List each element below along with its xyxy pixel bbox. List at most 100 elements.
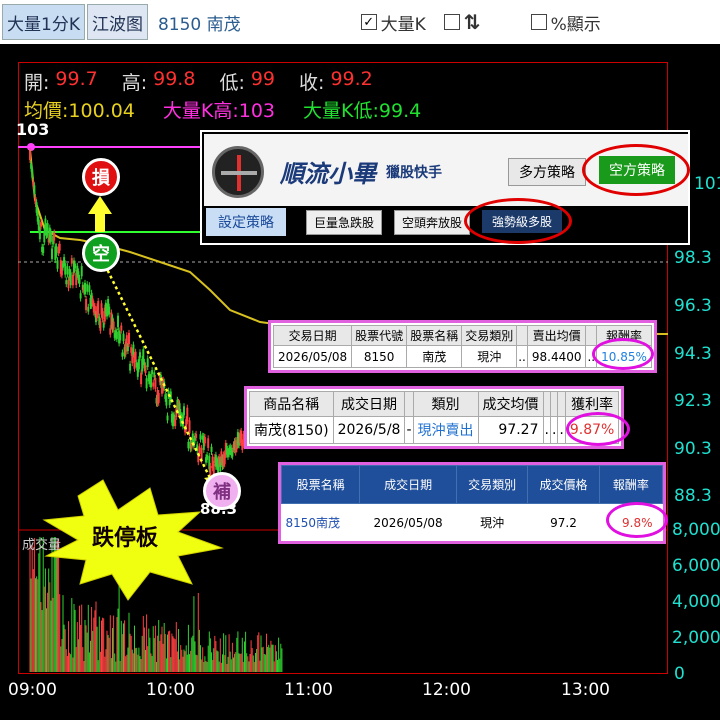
volume-bar xyxy=(179,659,181,672)
header-cell: 賣出均價 xyxy=(526,325,587,346)
candle-body xyxy=(115,331,118,340)
table-cell: 98.4400 xyxy=(526,345,587,368)
volume-bar xyxy=(93,617,95,672)
volume-bar xyxy=(223,633,225,672)
candle-body xyxy=(112,321,115,330)
table-cell: 2026/05/08 xyxy=(272,345,353,368)
volume-bar xyxy=(242,661,244,672)
volume-bar xyxy=(219,638,221,672)
volume-bar xyxy=(278,637,280,672)
header-cell: 商品名稱 xyxy=(249,391,334,417)
volume-bar xyxy=(249,653,251,672)
volume-bar xyxy=(140,658,142,672)
volume-bar xyxy=(270,640,272,672)
volume-tick: 6,000 xyxy=(672,556,720,576)
big-drop-button[interactable]: 巨量急跌股 xyxy=(306,210,383,235)
volume-bar xyxy=(209,638,211,672)
volume-bar xyxy=(103,618,105,672)
volume-bar xyxy=(121,634,123,672)
table-cell: 97.27 xyxy=(477,416,544,444)
volume-bar xyxy=(102,617,104,672)
candle-body xyxy=(84,282,86,295)
header-cell xyxy=(516,325,528,346)
candle-body xyxy=(66,266,69,275)
volume-bar xyxy=(264,654,266,672)
volume-bar xyxy=(96,626,98,672)
candle-body xyxy=(64,263,67,275)
highlight-ellipse xyxy=(592,338,654,370)
volume-bar xyxy=(192,635,194,672)
volume-bar xyxy=(257,635,259,672)
volume-bar xyxy=(99,651,101,672)
header-cell xyxy=(585,325,598,346)
volume-bar xyxy=(171,633,173,672)
volume-bar xyxy=(277,659,278,672)
volume-bar xyxy=(88,652,90,672)
volume-bar xyxy=(112,627,113,672)
volume-bar xyxy=(91,606,93,672)
header-cell xyxy=(549,391,559,417)
candle-body xyxy=(199,434,202,440)
volume-bar xyxy=(71,598,73,672)
volume-bar xyxy=(58,538,60,672)
volume-bar xyxy=(128,612,130,672)
volume-label: 成交量 xyxy=(22,538,62,553)
volume-bar xyxy=(200,645,201,672)
volume-bar xyxy=(38,553,40,672)
volume-bar xyxy=(33,538,35,672)
trade-table-3: 股票名稱 成交日期 交易類別 成交價格 報酬率 8150南茂 2026/05/0… xyxy=(278,462,666,544)
volume-bar xyxy=(164,634,166,672)
short-fall-button[interactable]: 空頭奔放股 xyxy=(394,210,471,235)
candle-body xyxy=(145,378,148,389)
volume-bar xyxy=(30,578,32,672)
volume-bar xyxy=(130,635,132,672)
volume-bar xyxy=(203,661,205,672)
header-cell: 股票名稱 xyxy=(280,465,361,504)
candle-body xyxy=(152,382,155,387)
volume-bar xyxy=(125,656,127,672)
volume-bar xyxy=(134,625,135,672)
short-marker: 空 xyxy=(82,234,120,272)
candle-body xyxy=(187,441,190,449)
table-cell: . xyxy=(549,416,559,444)
volume-bar xyxy=(57,541,58,672)
volume-bar xyxy=(205,660,207,672)
volume-bar xyxy=(175,622,177,672)
volume-bar xyxy=(167,634,168,672)
volume-bar xyxy=(186,654,188,672)
highlight-ellipse xyxy=(566,412,630,446)
volume-bar xyxy=(253,661,255,672)
volume-bar xyxy=(42,537,44,672)
volume-bar xyxy=(236,637,238,672)
table-cell: 2026/05/08 xyxy=(373,515,443,530)
volume-bar xyxy=(215,641,217,672)
volume-bar xyxy=(247,656,249,672)
volume-bar xyxy=(86,632,88,672)
long-strategy-button[interactable]: 多方策略 xyxy=(508,158,586,186)
volume-bar xyxy=(266,633,267,672)
header-cell: 成交均價 xyxy=(477,391,544,417)
volume-bar xyxy=(147,646,149,672)
volume-bar xyxy=(126,654,128,672)
logo-icon xyxy=(212,146,264,198)
price-tick: 98.3 xyxy=(674,248,712,268)
candle-body xyxy=(157,393,160,403)
set-strategy-button[interactable]: 設定策略 xyxy=(206,208,286,236)
price-tick: 94.3 xyxy=(674,344,712,364)
volume-bar xyxy=(206,661,208,672)
volume-bar xyxy=(95,601,97,672)
volume-bar xyxy=(234,653,236,672)
highlight-ellipse xyxy=(464,198,572,244)
volume-bar xyxy=(261,647,263,672)
volume-bar xyxy=(233,657,234,672)
table-cell: .. xyxy=(516,345,528,368)
candle-body xyxy=(122,333,125,342)
volume-tick: 0 xyxy=(674,664,685,684)
price-tick: 90.3 xyxy=(674,439,712,459)
volume-bar xyxy=(228,634,230,672)
volume-bar xyxy=(163,622,165,672)
volume-bar xyxy=(77,639,79,672)
candle-body xyxy=(78,277,81,284)
header-cell: 成交日期 xyxy=(359,465,457,504)
volume-bar xyxy=(107,635,109,672)
